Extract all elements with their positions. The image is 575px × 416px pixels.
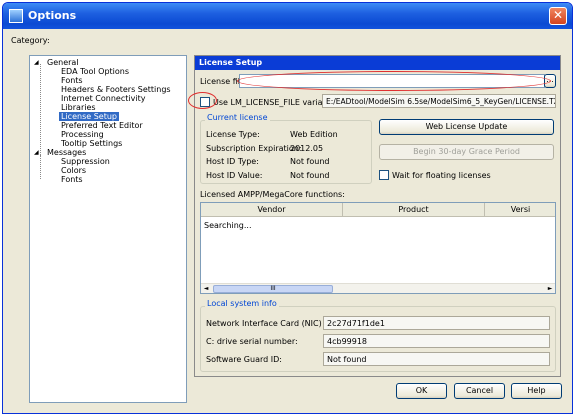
subscription-expiration-value: 2012.05 xyxy=(290,144,324,153)
subscription-expiration-label: Subscription Expiration: xyxy=(206,144,302,153)
expand-icon[interactable]: ◢ xyxy=(34,58,39,67)
window-title: Options xyxy=(28,9,77,22)
help-button[interactable]: Help xyxy=(511,383,562,399)
nic-id-field: 2c27d71f1de1 xyxy=(323,316,550,330)
host-id-type-value: Not found xyxy=(290,157,330,166)
ampp-label: Licensed AMPP/MegaCore functions: xyxy=(200,190,345,199)
category-label: Category: xyxy=(11,36,50,45)
software-guard-field: Not found xyxy=(323,352,550,366)
c-drive-serial-label: C: drive serial number: xyxy=(206,337,298,346)
horizontal-scrollbar[interactable]: ◄ III ► xyxy=(201,283,555,293)
tree-item-internet-connectivity[interactable]: Internet Connectivity xyxy=(61,94,145,103)
license-type-value: Web Edition xyxy=(290,130,338,139)
tree-item-messages[interactable]: Messages xyxy=(47,148,86,157)
tree-item-message-fonts[interactable]: Fonts xyxy=(61,175,83,184)
cancel-button[interactable]: Cancel xyxy=(454,383,505,399)
license-setup-panel: License Setup License file: ... Use LM_L… xyxy=(188,55,561,377)
local-info-title: Local system info xyxy=(205,299,279,308)
tree-item-preferred-text-editor[interactable]: Preferred Text Editor xyxy=(61,121,143,130)
tree-item-suppression[interactable]: Suppression xyxy=(61,157,110,166)
tree-item-headers-footers[interactable]: Headers & Footers Settings xyxy=(61,85,171,94)
table-status-text: Searching... xyxy=(204,221,252,230)
c-drive-serial-field: 4cb99918 xyxy=(323,334,550,348)
host-id-value-value: Not found xyxy=(290,171,330,180)
category-tree[interactable]: ◢ General EDA Tool Options Fonts Headers… xyxy=(29,55,187,403)
tree-item-tooltip-settings[interactable]: Tooltip Settings xyxy=(61,139,122,148)
tree-item-eda-tool-options[interactable]: EDA Tool Options xyxy=(61,67,129,76)
panel-title: License Setup xyxy=(195,56,560,70)
env-path-field: E:/EADtool/ModelSim 6.5se/ModelSim6_5_Ke… xyxy=(322,94,556,108)
app-icon xyxy=(9,9,23,23)
column-header-vendor[interactable]: Vendor xyxy=(201,203,343,217)
close-button[interactable]: ✕ xyxy=(549,7,567,25)
web-license-update-button[interactable]: Web License Update xyxy=(379,119,554,135)
tree-item-license-setup[interactable]: License Setup xyxy=(59,112,119,121)
ampp-table[interactable]: Vendor Product Versi Searching... ◄ III … xyxy=(200,202,556,294)
close-icon: ✕ xyxy=(552,8,564,22)
current-license-title: Current license xyxy=(205,113,270,122)
tree-connector xyxy=(40,155,41,179)
options-dialog: Options ✕ Category: ◢ General EDA Tool O… xyxy=(2,2,573,414)
grace-period-button[interactable]: Begin 30-day Grace Period xyxy=(379,144,554,160)
use-env-label: Use LM_LICENSE_FILE variable: xyxy=(213,98,338,107)
host-id-value-label: Host ID Value: xyxy=(206,171,263,180)
title-bar[interactable]: Options ✕ xyxy=(3,3,572,29)
host-id-type-label: Host ID Type: xyxy=(206,157,259,166)
tree-item-fonts[interactable]: Fonts xyxy=(61,76,83,85)
expand-icon[interactable]: ◢ xyxy=(34,148,39,157)
license-type-label: License Type: xyxy=(206,130,260,139)
software-guard-label: Software Guard ID: xyxy=(206,355,282,364)
annotation-ellipse xyxy=(188,92,217,109)
nic-id-label: Network Interface Card (NIC) ID: xyxy=(206,319,336,328)
scroll-right-icon[interactable]: ► xyxy=(545,284,555,293)
ok-button[interactable]: OK xyxy=(396,383,447,399)
column-header-product[interactable]: Product xyxy=(343,203,485,217)
wait-floating-checkbox[interactable] xyxy=(379,170,389,180)
tree-item-processing[interactable]: Processing xyxy=(61,130,104,139)
tree-item-general[interactable]: General xyxy=(47,58,79,67)
column-header-version[interactable]: Versi xyxy=(485,203,555,217)
tree-item-libraries[interactable]: Libraries xyxy=(61,103,96,112)
scroll-thumb[interactable]: III xyxy=(213,285,333,293)
annotation-ellipse xyxy=(237,71,551,91)
tree-connector xyxy=(40,64,41,155)
scroll-left-icon[interactable]: ◄ xyxy=(201,284,211,293)
tree-item-colors[interactable]: Colors xyxy=(61,166,86,175)
wait-floating-label: Wait for floating licenses xyxy=(392,171,491,180)
